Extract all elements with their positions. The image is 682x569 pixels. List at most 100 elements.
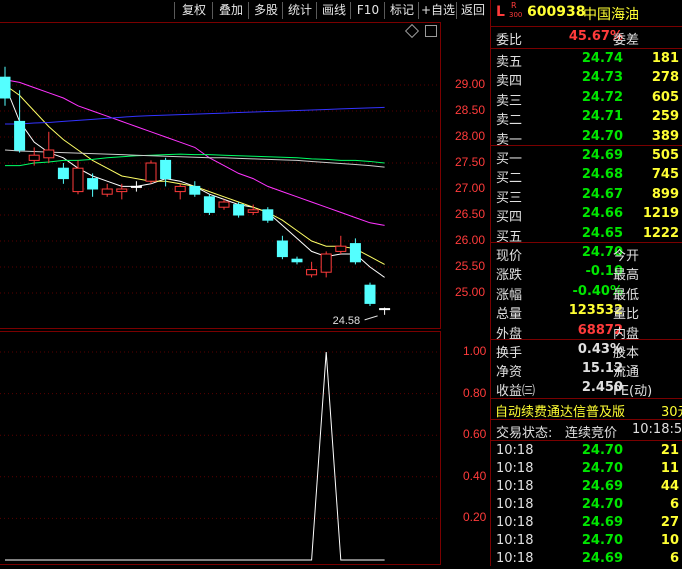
statistics-button[interactable]: 统计 (282, 2, 317, 19)
quote-panel: L R 300 600938 中国海油 委比 45.67% 委差 卖五 24.74… (490, 0, 682, 566)
ask-level-label: 卖四 (496, 74, 523, 90)
draw-line-button[interactable]: 画线 (316, 2, 351, 19)
stat-label-secondary: 最低 (613, 287, 640, 303)
price-axis-label: 29.00 (455, 77, 486, 91)
price-axis-label: 25.50 (455, 259, 486, 273)
chart-toolbar: 复权 叠加 多股 统计 画线 F10 标记 +自选 返回 (0, 0, 488, 22)
promo-text[interactable]: 自动续费通达信普及版 (495, 401, 625, 420)
stat-row: 现价 24.70 今开 (491, 244, 682, 264)
candle-body (28, 154, 40, 161)
bid-level-volume: 505 (651, 148, 679, 163)
ask-level[interactable]: 卖五 24.74 181 (491, 50, 682, 70)
candle-body (174, 185, 186, 193)
price-axis-label: 26.00 (455, 233, 486, 247)
bid-level[interactable]: 买四 24.66 1219 (491, 205, 682, 225)
bid-level[interactable]: 买三 24.67 899 (491, 186, 682, 206)
price-axis-label: 25.00 (455, 285, 486, 299)
candle-body (247, 209, 259, 213)
bid-level[interactable]: 买一 24.69 505 (491, 147, 682, 167)
status-row: 交易状态: 连续竞价 10:18:5 (491, 421, 682, 441)
stat-label: 涨跌 (496, 268, 523, 284)
indicator-axis-label: 0.80 (463, 386, 487, 400)
indicator-axis-label: 0.60 (463, 427, 487, 441)
tick-row[interactable]: 10:18 24.70 21 (491, 442, 682, 461)
tick-volume: 27 (660, 515, 679, 530)
indicator-pane[interactable] (0, 331, 441, 565)
bid-level-label: 买一 (496, 152, 523, 167)
status-time: 10:18:5 (632, 422, 682, 437)
ask-level-price: 24.74 (581, 51, 623, 66)
tick-row[interactable]: 10:18 24.69 6 (491, 550, 682, 569)
candle-body (87, 178, 99, 190)
bid-level-price: 24.65 (581, 225, 623, 241)
price-axis-label: 27.00 (455, 181, 486, 195)
ask-level[interactable]: 卖四 24.73 278 (491, 69, 682, 90)
tick-time: 10:18 (496, 551, 534, 566)
tick-price: 24.70 (581, 533, 623, 548)
candle-body (57, 167, 69, 180)
ask-level[interactable]: 卖一 24.70 389 (491, 128, 682, 148)
candle-body (116, 188, 128, 193)
tick-row[interactable]: 10:18 24.70 10 (491, 532, 682, 551)
overlay-button[interactable]: 叠加 (212, 2, 249, 19)
stat2-label-secondary: 流通 (613, 365, 640, 380)
ask-level-volume: 605 (651, 89, 679, 105)
indicator-axis-label: 0.40 (463, 469, 487, 483)
candle-body (233, 204, 245, 216)
multi-stock-button[interactable]: 多股 (248, 2, 283, 19)
ask-level[interactable]: 卖二 24.71 259 (491, 108, 682, 129)
bid-level-price: 24.67 (581, 186, 623, 202)
low-price-arrow (364, 315, 378, 321)
f10-button[interactable]: F10 (350, 2, 385, 19)
tick-time: 10:18 (496, 479, 534, 494)
candle-body (101, 188, 113, 195)
bid-level[interactable]: 买五 24.65 1222 (491, 225, 682, 245)
kline-pane[interactable]: 24.58 (0, 22, 441, 329)
mark-button[interactable]: 标记 (384, 2, 419, 19)
stock-title: L R 300 600938 中国海油 (491, 0, 682, 26)
back-button[interactable]: 返回 (456, 2, 489, 19)
tick-row[interactable]: 10:18 24.70 11 (491, 460, 682, 479)
tick-row[interactable]: 10:18 24.69 27 (491, 514, 682, 533)
add-watchlist-button[interactable]: +自选 (418, 2, 457, 19)
bid-level-price: 24.66 (581, 206, 623, 222)
candle-body (203, 196, 215, 213)
candle-body (72, 167, 84, 193)
stat2-row: 换手 0.43% 股本 (491, 341, 682, 361)
candle-body (291, 258, 303, 263)
candle-body (335, 245, 347, 252)
stat2-label: 净资 (496, 365, 523, 380)
tick-price: 24.70 (581, 497, 623, 512)
stat-label: 现价 (496, 249, 523, 264)
stat2-row: 净资 15.12 流通 (491, 360, 682, 380)
price-axis-label: 28.00 (455, 129, 486, 143)
ask-level-label: 卖二 (496, 113, 523, 129)
bid-level[interactable]: 买二 24.68 745 (491, 166, 682, 186)
fuquan-button[interactable]: 复权 (174, 2, 213, 19)
ask-level[interactable]: 卖三 24.72 605 (491, 89, 682, 109)
promo-row[interactable]: 自动续费通达信普及版 30元 (491, 400, 682, 420)
price-axis-label: 27.50 (455, 155, 486, 169)
tick-row[interactable]: 10:18 24.69 44 (491, 478, 682, 497)
bid-level-volume: 899 (651, 186, 679, 202)
stat2-label: 收益㈢ (496, 384, 536, 399)
candle-body (43, 149, 55, 159)
tick-time: 10:18 (496, 497, 534, 512)
tick-row[interactable]: 10:18 24.70 6 (491, 496, 682, 515)
indicator-chart (0, 351, 440, 561)
ask-level-volume: 278 (651, 70, 679, 86)
tick-volume: 21 (660, 443, 679, 458)
tick-volume: 10 (660, 533, 679, 548)
stat-label-secondary: 最高 (613, 268, 640, 284)
stat-label: 总量 (496, 307, 523, 323)
stat-label-secondary: 量比 (613, 307, 640, 323)
ask-level-volume: 259 (651, 109, 679, 125)
candle-body (262, 209, 274, 221)
tick-volume: 6 (669, 551, 679, 566)
candle-body (306, 269, 318, 276)
candle-body (320, 253, 332, 273)
status-value: 连续竞价 (565, 426, 618, 441)
bid-level-volume: 1219 (642, 206, 679, 222)
candle-body (145, 162, 157, 182)
indicator-line (5, 351, 385, 561)
